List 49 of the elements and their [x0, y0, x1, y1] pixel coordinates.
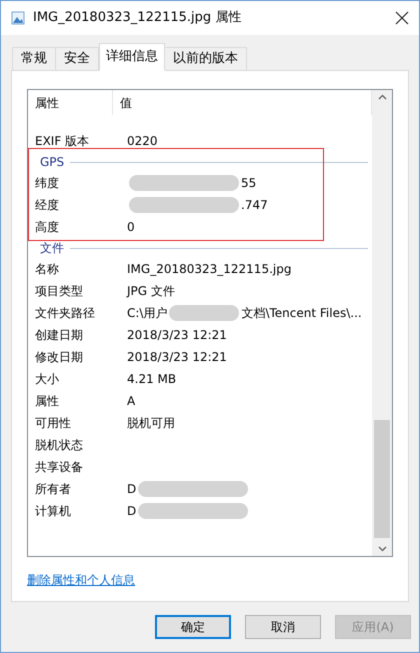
property-name: 大小 [34, 371, 60, 388]
property-name: 纬度 [34, 175, 60, 192]
property-value: 2018/3/23 12:21 [127, 349, 227, 366]
image-file-icon [11, 11, 25, 25]
property-name: 共享设备 [34, 459, 84, 476]
property-value: 4.21 MB [127, 371, 176, 388]
dialog-button[interactable]: 确定 [155, 615, 231, 639]
property-name: 项目类型 [34, 283, 84, 300]
property-value: IMG_20180323_122115.jpg [127, 261, 292, 278]
tab[interactable]: 详细信息 [99, 43, 165, 71]
property-name: 经度 [34, 197, 60, 214]
property-name: 名称 [34, 261, 60, 278]
property-value: 文档\Tencent Files\... [241, 305, 362, 322]
tab[interactable]: 安全 [55, 47, 99, 71]
property-value: .747 [241, 197, 268, 214]
scroll-down-icon[interactable] [378, 546, 386, 552]
property-value: 0220 [127, 133, 158, 150]
property-name: 计算机 [34, 503, 72, 520]
tab[interactable]: 常规 [12, 47, 56, 71]
group-heading: 文件 [40, 240, 64, 257]
property-name: 创建日期 [34, 327, 84, 344]
property-value: 0 [127, 219, 135, 236]
tab[interactable]: 以前的版本 [164, 47, 247, 71]
scrollbar[interactable] [372, 90, 392, 556]
redaction-blur [169, 305, 240, 321]
property-name: 修改日期 [34, 349, 84, 366]
scroll-thumb[interactable] [374, 420, 390, 538]
window-title: IMG_20180323_122115.jpg 属性 [33, 9, 242, 28]
property-name: 可用性 [34, 415, 72, 432]
property-name: 脱机状态 [34, 437, 84, 454]
property-value: 55 [241, 175, 256, 192]
property-name: 所有者 [34, 481, 72, 498]
scroll-up-icon[interactable] [378, 94, 386, 100]
property-name: 文件夹路径 [34, 305, 96, 322]
group-heading: GPS [40, 154, 64, 171]
property-value: JPG 文件 [127, 283, 175, 300]
property-value: A [127, 393, 136, 410]
property-name: EXIF 版本 [34, 133, 90, 150]
property-value: 脱机可用 [127, 415, 175, 432]
property-name: 高度 [34, 219, 60, 236]
property-value: D [127, 481, 136, 498]
dialog-button[interactable]: 取消 [245, 615, 321, 639]
column-header[interactable]: 属性 [28, 90, 113, 115]
property-value: C:\用户 [127, 305, 168, 322]
remove-properties-link[interactable]: 删除属性和个人信息 [27, 571, 135, 589]
close-icon[interactable] [395, 11, 409, 25]
property-value: D [127, 503, 136, 520]
property-value: 2018/3/23 12:21 [127, 327, 227, 344]
property-name: 属性 [34, 393, 60, 410]
